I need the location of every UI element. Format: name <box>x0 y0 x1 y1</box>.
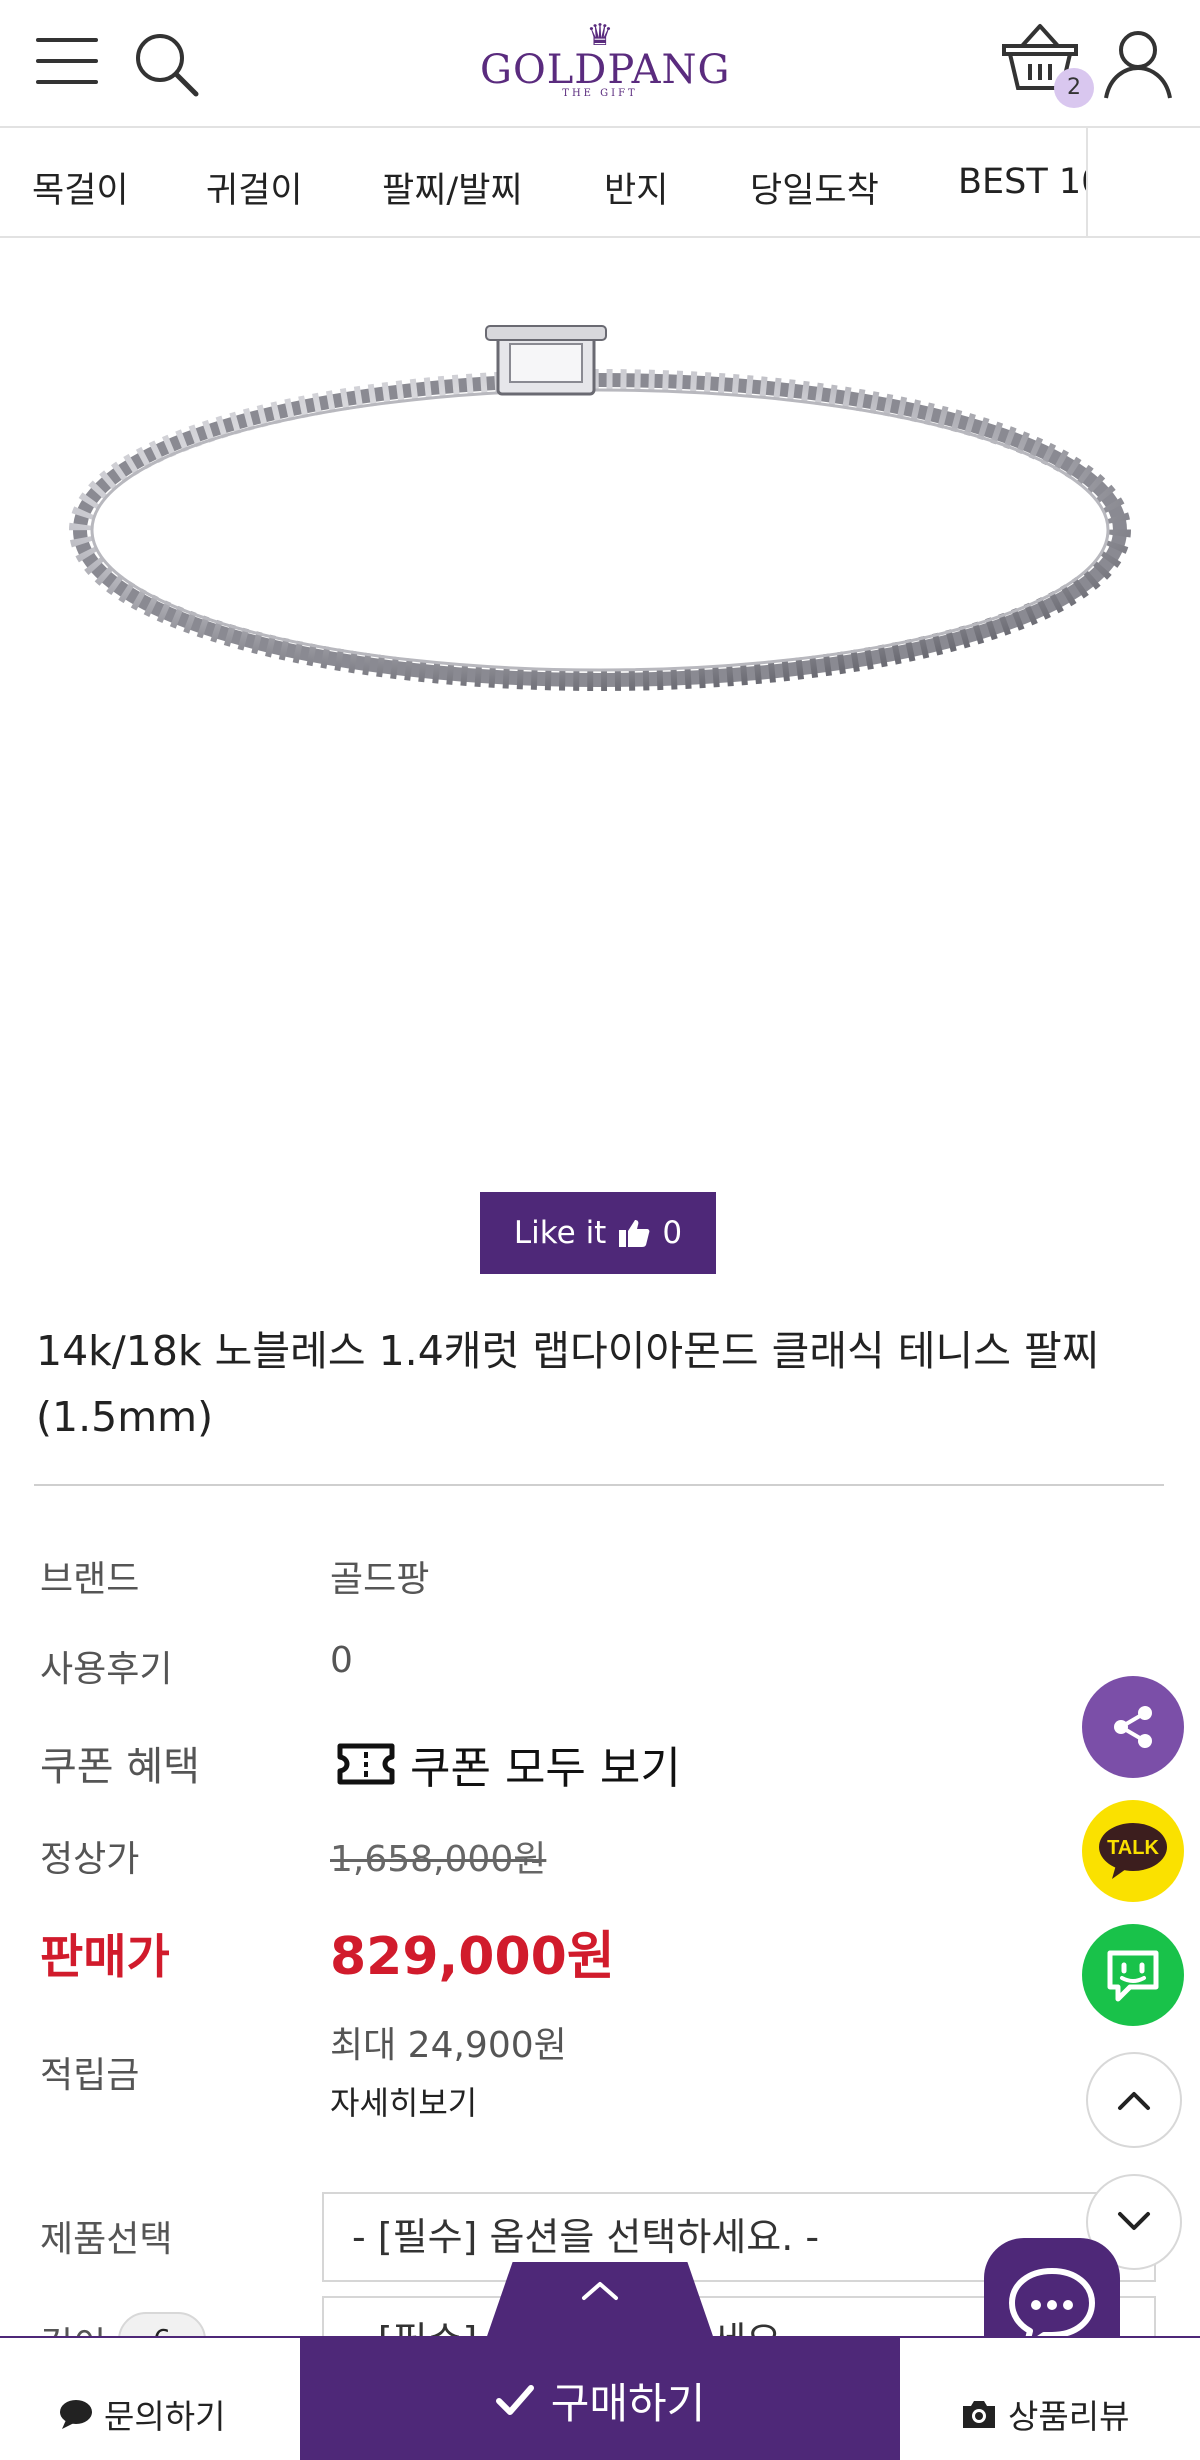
points-detail-link[interactable]: 자세히보기 <box>330 2078 477 2124</box>
speech-bubble-icon <box>60 2400 92 2429</box>
coupon-link[interactable]: 쿠폰 모두 보기 <box>336 1732 681 1796</box>
product-image[interactable] <box>40 300 1140 720</box>
chat-bubble-icon <box>1107 1950 1159 2002</box>
checkmark-icon <box>495 2385 534 2415</box>
category-earring[interactable]: 귀걸이 <box>206 162 303 213</box>
category-ring[interactable]: 반지 <box>604 162 668 213</box>
ticket-icon <box>337 1743 395 1785</box>
sale-price-label: 판매가 <box>40 1930 170 1985</box>
camera-icon <box>963 2401 995 2428</box>
like-label: Like it <box>513 1215 607 1251</box>
coupon-text: 쿠폰 모두 보기 <box>410 1743 681 1794</box>
share-button[interactable] <box>1082 1676 1184 1778</box>
coupon-label: 쿠폰 혜택 <box>40 1744 200 1790</box>
chevron-up-icon <box>582 2282 618 2300</box>
logo-text: GOLDPANG <box>480 47 731 93</box>
scroll-top-button[interactable] <box>1086 2052 1182 2148</box>
kakao-talk-label: TALK <box>1107 1837 1159 1859</box>
brand-logo[interactable]: ♛ GOLDPANG THE GIFT <box>480 18 731 106</box>
review-count-label: 사용후기 <box>40 1649 173 1690</box>
buy-drawer-tab[interactable] <box>485 2262 715 2342</box>
category-necklace[interactable]: 목걸이 <box>32 162 129 213</box>
category-best10[interactable]: BEST 10 <box>958 162 1086 202</box>
kakao-talk-icon: TALK <box>1099 1823 1167 1879</box>
menu-icon[interactable] <box>36 38 98 90</box>
like-count: 0 <box>662 1215 683 1251</box>
title-divider <box>34 1484 1164 1486</box>
share-icon <box>1114 1706 1152 1748</box>
chevron-up-icon <box>1118 2092 1150 2110</box>
category-bracelet[interactable]: 팔찌/발찌 <box>382 162 523 213</box>
points-label: 적립금 <box>40 2055 140 2096</box>
bottom-action-bar: 문의하기 구매하기 상품리뷰 <box>0 2336 1200 2460</box>
like-button[interactable]: Like it 0 <box>480 1192 716 1274</box>
option-label: 제품선택 <box>40 2219 173 2260</box>
inquiry-label: 문의하기 <box>104 2397 226 2436</box>
inquiry-button[interactable]: 문의하기 <box>58 2390 225 2438</box>
category-nav: 목걸이 귀걸이 팔찌/발찌 반지 당일도착 BEST 10 <box>0 128 1200 238</box>
header: ♛ GOLDPANG THE GIFT 2 <box>0 0 1200 128</box>
npay-talk-button[interactable] <box>1082 1924 1184 2026</box>
cart-count-badge: 2 <box>1054 68 1094 108</box>
buy-button[interactable]: 구매하기 <box>300 2338 900 2460</box>
buy-label: 구매하기 <box>550 2378 706 2428</box>
user-icon[interactable] <box>1100 26 1176 102</box>
regular-price-label: 정상가 <box>40 1839 140 1880</box>
thumbs-up-icon <box>619 1220 650 1247</box>
review-label: 상품리뷰 <box>1008 2397 1130 2436</box>
product-review-button[interactable]: 상품리뷰 <box>960 2390 1129 2438</box>
regular-price: 1,658,000원 <box>330 1839 547 1880</box>
review-count-value: 0 <box>330 1640 353 1681</box>
crown-icon: ♛ <box>586 18 614 53</box>
brand-label: 브랜드 <box>40 1559 140 1600</box>
product-title: 14k/18k 노블레스 1.4캐럿 랩다이아몬드 클래식 테니스 팔찌 (1.… <box>36 1327 1100 1441</box>
points-value: 최대 24,900원 <box>330 2025 567 2066</box>
chevron-down-icon <box>1118 2212 1150 2230</box>
search-icon[interactable] <box>130 28 202 100</box>
brand-value[interactable]: 골드팡 <box>330 1550 429 1602</box>
nav-divider <box>1086 128 1088 236</box>
cart-button[interactable]: 2 <box>1000 22 1096 108</box>
sale-price: 829,000원 <box>330 1927 615 1987</box>
kakao-talk-button[interactable]: TALK <box>1082 1800 1184 1902</box>
category-same-day[interactable]: 당일도착 <box>750 162 879 213</box>
